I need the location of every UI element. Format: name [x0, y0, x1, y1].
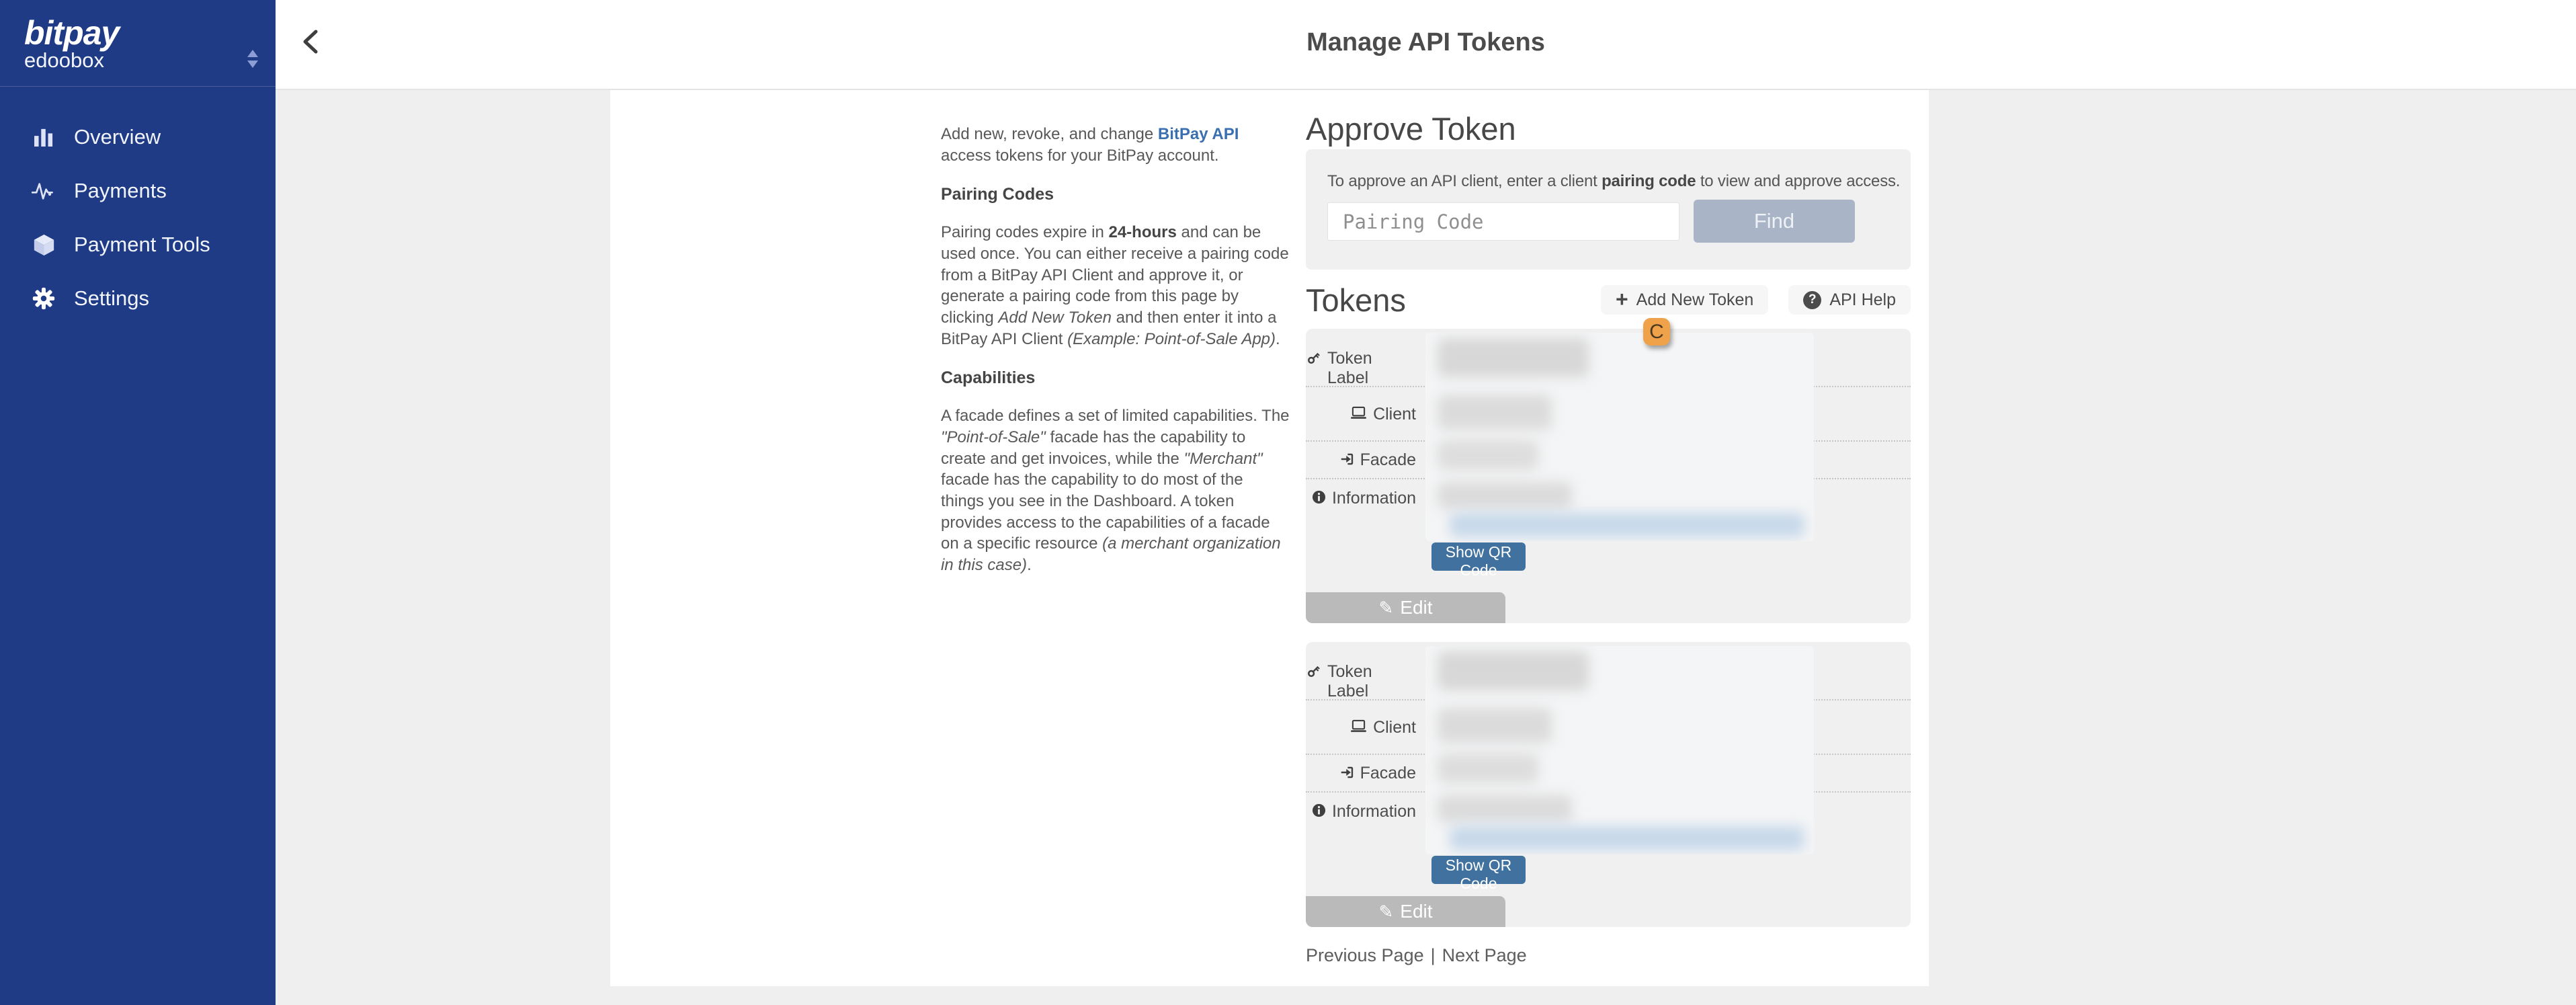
intro-paragraph-1: Add new, revoke, and change BitPay API a… — [941, 124, 1290, 166]
information-label: Information — [1306, 793, 1425, 893]
info-icon — [1312, 803, 1326, 817]
facade-label: Facade — [1306, 442, 1425, 478]
sidebar-item-label: Overview — [74, 125, 161, 149]
info-icon — [1312, 490, 1326, 504]
intro-paragraph-2: Pairing codes expire in 24-hours and can… — [941, 222, 1290, 350]
information-label: Information — [1306, 479, 1425, 580]
approve-instruction: To approve an API client, enter a client… — [1327, 172, 1900, 191]
token-card-2: Token Label Client — [1306, 642, 1911, 927]
approve-token-title: Approve Token — [1306, 110, 1516, 147]
laptop-icon — [1350, 406, 1367, 420]
facade-label: Facade — [1306, 755, 1425, 791]
edit-button[interactable]: ✎ Edit — [1306, 896, 1505, 927]
sidebar-item-label: Payments — [74, 179, 167, 203]
redacted-information-link[interactable] — [1450, 513, 1804, 537]
redacted-information-value — [1438, 795, 1572, 822]
redacted-values — [1425, 646, 1814, 854]
bitpay-api-link[interactable]: BitPay API — [1158, 125, 1239, 143]
content-card: Add new, revoke, and change BitPay API a… — [610, 90, 1929, 986]
laptop-icon — [1350, 719, 1367, 733]
sidebar-item-overview[interactable]: Overview — [0, 110, 276, 164]
sort-arrows-icon — [247, 50, 257, 73]
intro-paragraph-3: A facade defines a set of limited capabi… — [941, 405, 1290, 575]
pairing-code-input[interactable] — [1327, 202, 1679, 241]
redacted-values — [1425, 333, 1814, 541]
sidebar-item-label: Payment Tools — [74, 233, 210, 257]
page-title: Manage API Tokens — [276, 28, 2576, 57]
tokens-title: Tokens — [1306, 282, 1406, 319]
header: Manage API Tokens — [276, 0, 2576, 90]
account-selector-value: edoobox — [24, 48, 104, 73]
token-label-label: Token Label — [1306, 642, 1425, 699]
sidebar-divider — [0, 86, 276, 87]
pagination-separator: | — [1431, 945, 1436, 966]
redacted-information-link[interactable] — [1450, 826, 1804, 850]
sidebar-menu: Overview Payments — [0, 110, 276, 325]
pulse-icon — [28, 182, 59, 200]
bar-chart-icon — [28, 128, 59, 147]
pencil-icon: ✎ — [1378, 903, 1393, 920]
sidebar-item-label: Settings — [74, 286, 149, 311]
question-icon: ? — [1803, 291, 1821, 309]
sign-in-icon — [1339, 452, 1354, 467]
content-background: Add new, revoke, and change BitPay API a… — [276, 90, 2576, 1005]
token-card-1: Token Label Client — [1306, 329, 1911, 623]
capabilities-heading: Capabilities — [941, 367, 1290, 389]
redacted-information-value — [1438, 482, 1572, 509]
sidebar-item-payments[interactable]: Payments — [0, 164, 276, 218]
redacted-token-label-value — [1438, 651, 1589, 690]
find-button[interactable]: Find — [1694, 200, 1855, 243]
api-help-button[interactable]: ? API Help — [1788, 285, 1911, 315]
cube-icon — [28, 234, 59, 256]
redacted-client-value — [1438, 395, 1552, 430]
redacted-facade-value — [1438, 754, 1538, 783]
pencil-icon: ✎ — [1378, 599, 1393, 616]
sidebar: bitpay edoobox Overview — [0, 0, 276, 1005]
add-new-token-button[interactable]: + Add New Token — [1601, 285, 1768, 315]
pagination: Previous Page | Next Page — [1306, 945, 1527, 966]
redacted-token-label-value — [1438, 338, 1589, 377]
show-qr-code-button[interactable]: Show QR Code — [1431, 856, 1526, 884]
client-label: Client — [1306, 700, 1425, 754]
pairing-codes-heading: Pairing Codes — [941, 184, 1290, 206]
page: bitpay edoobox Overview — [0, 0, 2576, 1005]
show-qr-code-button[interactable]: Show QR Code — [1431, 542, 1526, 571]
intro-text: Add new, revoke, and change BitPay API a… — [941, 124, 1290, 594]
gear-icon — [28, 287, 59, 310]
sidebar-item-settings[interactable]: Settings — [0, 272, 276, 325]
annotation-badge-c: C — [1643, 318, 1670, 346]
tokens-header: Tokens + Add New Token ? API Help — [1306, 281, 1911, 319]
previous-page-link[interactable]: Previous Page — [1306, 945, 1424, 966]
key-icon — [1306, 664, 1321, 679]
account-selector[interactable]: edoobox — [0, 43, 276, 85]
sign-in-icon — [1339, 765, 1354, 780]
sidebar-item-payment-tools[interactable]: Payment Tools — [0, 218, 276, 272]
redacted-client-value — [1438, 708, 1552, 743]
key-icon — [1306, 350, 1321, 366]
token-label-label: Token Label — [1306, 329, 1425, 386]
edit-button[interactable]: ✎ Edit — [1306, 592, 1505, 623]
next-page-link[interactable]: Next Page — [1442, 945, 1527, 966]
plus-icon: + — [1616, 288, 1628, 310]
tokens-header-buttons: + Add New Token ? API Help — [1601, 285, 1911, 315]
approve-token-panel: To approve an API client, enter a client… — [1306, 149, 1911, 270]
redacted-facade-value — [1438, 440, 1538, 470]
client-label: Client — [1306, 387, 1425, 440]
